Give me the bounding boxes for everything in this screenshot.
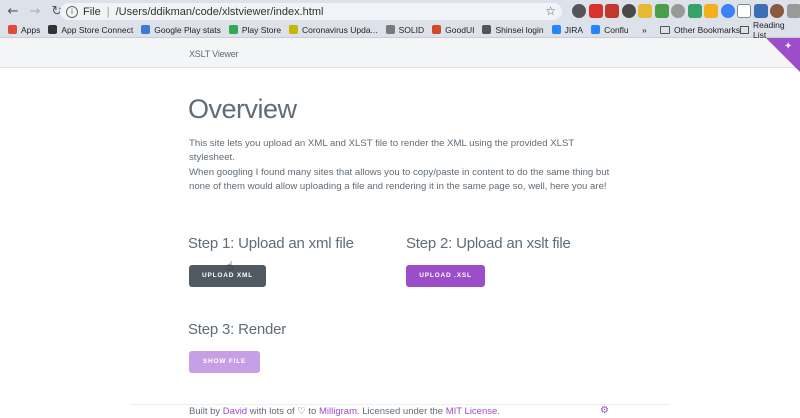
- extension-icon[interactable]: [753, 4, 768, 18]
- bookmark-item[interactable]: Google Play stats: [141, 25, 221, 35]
- extension-icon[interactable]: [621, 4, 636, 18]
- extension-icon[interactable]: [687, 4, 702, 18]
- footer-text-2: with lots of ♡ to: [247, 406, 319, 417]
- bookmark-label: Coronavirus Upda...: [302, 24, 378, 35]
- bookmark-item[interactable]: App Store Connect: [48, 25, 133, 35]
- step3-heading: Step 3: Render: [188, 321, 287, 338]
- footer-divider: [130, 404, 670, 405]
- bookmark-favicon-icon: [228, 25, 238, 34]
- bookmark-item[interactable]: Coronavirus Upda...: [289, 25, 378, 35]
- footer-text-4: .: [497, 406, 500, 417]
- extension-icon[interactable]: [704, 4, 718, 18]
- site-navigation: XSLT Viewer: [0, 38, 800, 68]
- footer-text-3: . Licensed under the: [356, 406, 446, 417]
- address-scheme: File: [83, 5, 101, 18]
- extension-icon[interactable]: [605, 4, 619, 18]
- github-corner-icon[interactable]: ✦: [784, 41, 797, 53]
- address-separator: |: [106, 5, 110, 18]
- bookmarks-more[interactable]: »: [642, 22, 647, 38]
- bookmark-label: Conflu: [604, 24, 629, 35]
- extension-icon[interactable]: [638, 4, 652, 18]
- extension-icon[interactable]: [671, 4, 685, 18]
- bookmarks-list: Apps App Store Connect Google Play stats Pl…: [0, 25, 629, 35]
- site-title[interactable]: XSLT Viewer: [189, 49, 239, 59]
- bookmark-favicon-icon: [8, 25, 17, 34]
- bookmark-item[interactable]: Apps: [8, 25, 40, 35]
- bookmarks-bar: Apps App Store Connect Google Play stats Pl…: [0, 20, 800, 40]
- address-bar[interactable]: i File | /Users/ddikman/code/xlstviewer/…: [60, 3, 562, 20]
- bookmark-label: App Store Connect: [61, 24, 134, 35]
- bookmark-favicon-icon: [551, 25, 561, 34]
- bookmark-label: JIRA: [564, 24, 584, 35]
- folder-icon: [660, 26, 670, 34]
- bookmark-item[interactable]: SOLID: [385, 24, 425, 35]
- footer-text: Built by David with lots of ♡ to Milligr…: [189, 406, 500, 417]
- forward-icon[interactable]: →: [26, 4, 44, 19]
- bookmark-label: Play Store: [241, 24, 282, 35]
- intro-paragraph: This site lets you upload an XML and XLS…: [189, 138, 575, 163]
- bookmark-favicon-icon: [385, 25, 395, 34]
- extension-icon[interactable]: [770, 4, 784, 18]
- author-link[interactable]: David: [223, 406, 247, 417]
- bookmark-favicon-icon: [482, 25, 492, 34]
- bookmark-label: Apps: [21, 24, 41, 35]
- bookmark-label: GoodUI: [445, 24, 475, 35]
- bookmark-item[interactable]: Shinsei login: [482, 24, 544, 35]
- bookmark-item[interactable]: GoodUI: [432, 25, 474, 35]
- star-icon[interactable]: ☆: [545, 4, 556, 18]
- show-file-button[interactable]: Show File: [189, 351, 260, 373]
- extension-icon[interactable]: [720, 4, 735, 18]
- milligram-link[interactable]: Milligram: [319, 406, 357, 417]
- description-paragraph: When googling I found many sites that al…: [189, 167, 610, 192]
- info-icon[interactable]: i: [66, 5, 78, 18]
- back-icon[interactable]: ←: [4, 4, 22, 19]
- step1-heading: Step 1: Upload an xml file: [188, 235, 354, 252]
- extension-icon[interactable]: [737, 4, 751, 18]
- bookmark-label: Shinsei login: [495, 24, 544, 35]
- bookmark-favicon-icon: [48, 25, 58, 34]
- bookmark-favicon-icon: [141, 25, 151, 34]
- bookmark-favicon-icon: [591, 25, 601, 34]
- extension-icon[interactable]: [786, 4, 800, 18]
- other-bookmarks[interactable]: Other Bookmarks: [660, 22, 740, 38]
- github-icon[interactable]: ⚙: [600, 405, 611, 416]
- chevron-more-icon[interactable]: »: [642, 25, 647, 35]
- bookmark-favicon-icon: [289, 25, 299, 34]
- bookmark-label: Google Play stats: [154, 24, 221, 35]
- extension-icon[interactable]: [572, 4, 586, 18]
- bookmark-item[interactable]: Play Store: [228, 24, 282, 35]
- bookmark-favicon-icon: [432, 25, 442, 34]
- license-link[interactable]: MIT License: [446, 406, 498, 417]
- address-path: /Users/ddikman/code/xlstviewer/index.htm…: [115, 5, 324, 18]
- web-page: XSLT Viewer ✦ Overview This site lets yo…: [0, 38, 800, 418]
- page-title: Overview: [188, 94, 297, 124]
- extension-icon[interactable]: [588, 4, 603, 18]
- bookmark-label: SOLID: [398, 24, 425, 35]
- extension-icon[interactable]: [654, 4, 669, 18]
- bookmark-item[interactable]: JIRA: [551, 24, 584, 35]
- upload-xsl-button[interactable]: Upload .XSL: [406, 265, 485, 287]
- step2-heading: Step 2: Upload an xslt file: [406, 235, 571, 252]
- browser-toolbar: ← → ↻ i File | /Users/ddikman/code/xlstv…: [0, 0, 800, 22]
- footer-text-1: Built by: [189, 406, 223, 417]
- other-bookmarks-label: Other Bookmarks: [674, 25, 741, 35]
- hand-cursor-icon: ☝: [226, 259, 234, 273]
- reading-list[interactable]: Reading List: [740, 20, 800, 40]
- reading-list-icon: [740, 26, 749, 34]
- bookmark-item[interactable]: Conflu: [591, 25, 629, 35]
- reading-list-label: Reading List: [752, 20, 785, 40]
